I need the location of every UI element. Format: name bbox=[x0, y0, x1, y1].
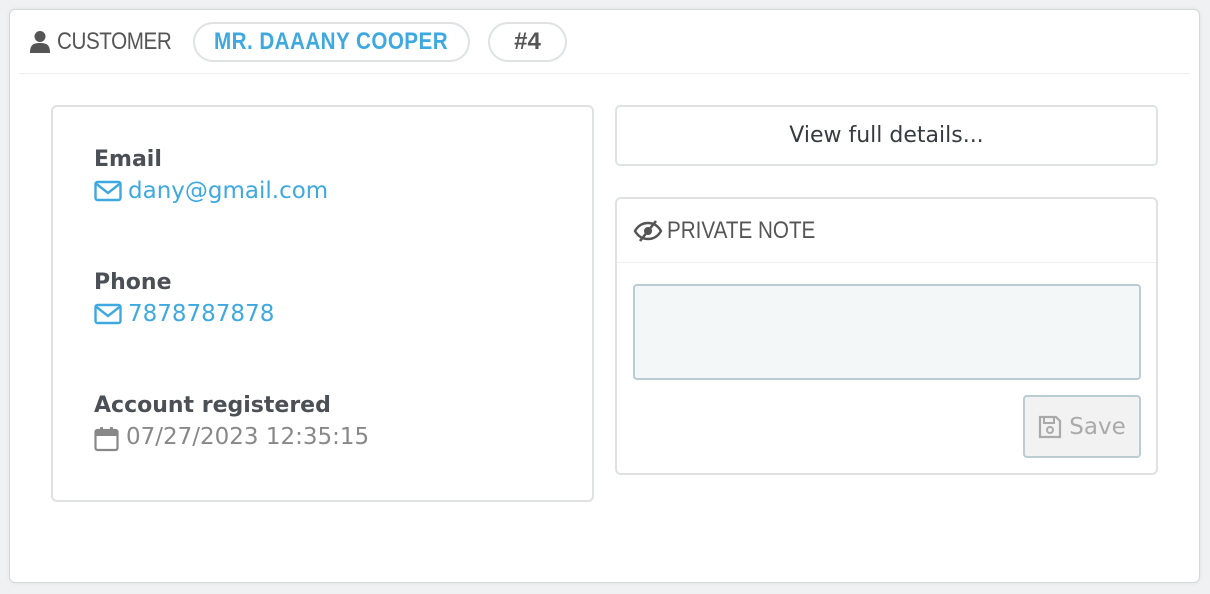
registered-field: Account registered 07/27/2023 12:35:15 bbox=[94, 393, 370, 452]
floppy-disk-icon bbox=[1038, 415, 1062, 439]
customer-panel: Customer Mr. DAAANY COOPER #4 Email dany… bbox=[9, 9, 1200, 583]
eye-slash-icon bbox=[633, 219, 663, 242]
envelope-icon bbox=[94, 303, 122, 325]
private-note-heading: Private note bbox=[617, 199, 1156, 263]
phone-label: Phone bbox=[94, 270, 172, 295]
email-label: Email bbox=[94, 147, 162, 172]
envelope-icon bbox=[94, 180, 122, 202]
private-note-card: Private note Save bbox=[615, 197, 1158, 475]
panel-title: Customer bbox=[57, 27, 172, 55]
phone-link[interactable]: 7878787878 bbox=[128, 301, 274, 327]
user-icon bbox=[29, 30, 51, 54]
calendar-icon bbox=[94, 426, 120, 452]
phone-field: Phone 7878787878 bbox=[94, 270, 274, 327]
email-field: Email dany@gmail.com bbox=[94, 147, 328, 204]
registered-date: 07/27/2023 12:35:15 bbox=[126, 424, 370, 450]
save-label: Save bbox=[1069, 413, 1126, 440]
save-note-button[interactable]: Save bbox=[1023, 395, 1141, 458]
email-link[interactable]: dany@gmail.com bbox=[128, 178, 328, 204]
registered-label: Account registered bbox=[94, 393, 331, 418]
customer-info-card: Email dany@gmail.com Phone 7878787878 Ac… bbox=[51, 105, 594, 502]
customer-id-badge: #4 bbox=[488, 21, 567, 62]
private-note-title: Private note bbox=[667, 216, 816, 244]
view-full-details-button[interactable]: View full details... bbox=[615, 105, 1158, 166]
private-note-textarea[interactable] bbox=[633, 284, 1141, 380]
panel-heading: Customer Mr. DAAANY COOPER #4 bbox=[19, 10, 1190, 74]
customer-name-badge[interactable]: Mr. DAAANY COOPER bbox=[193, 21, 470, 62]
